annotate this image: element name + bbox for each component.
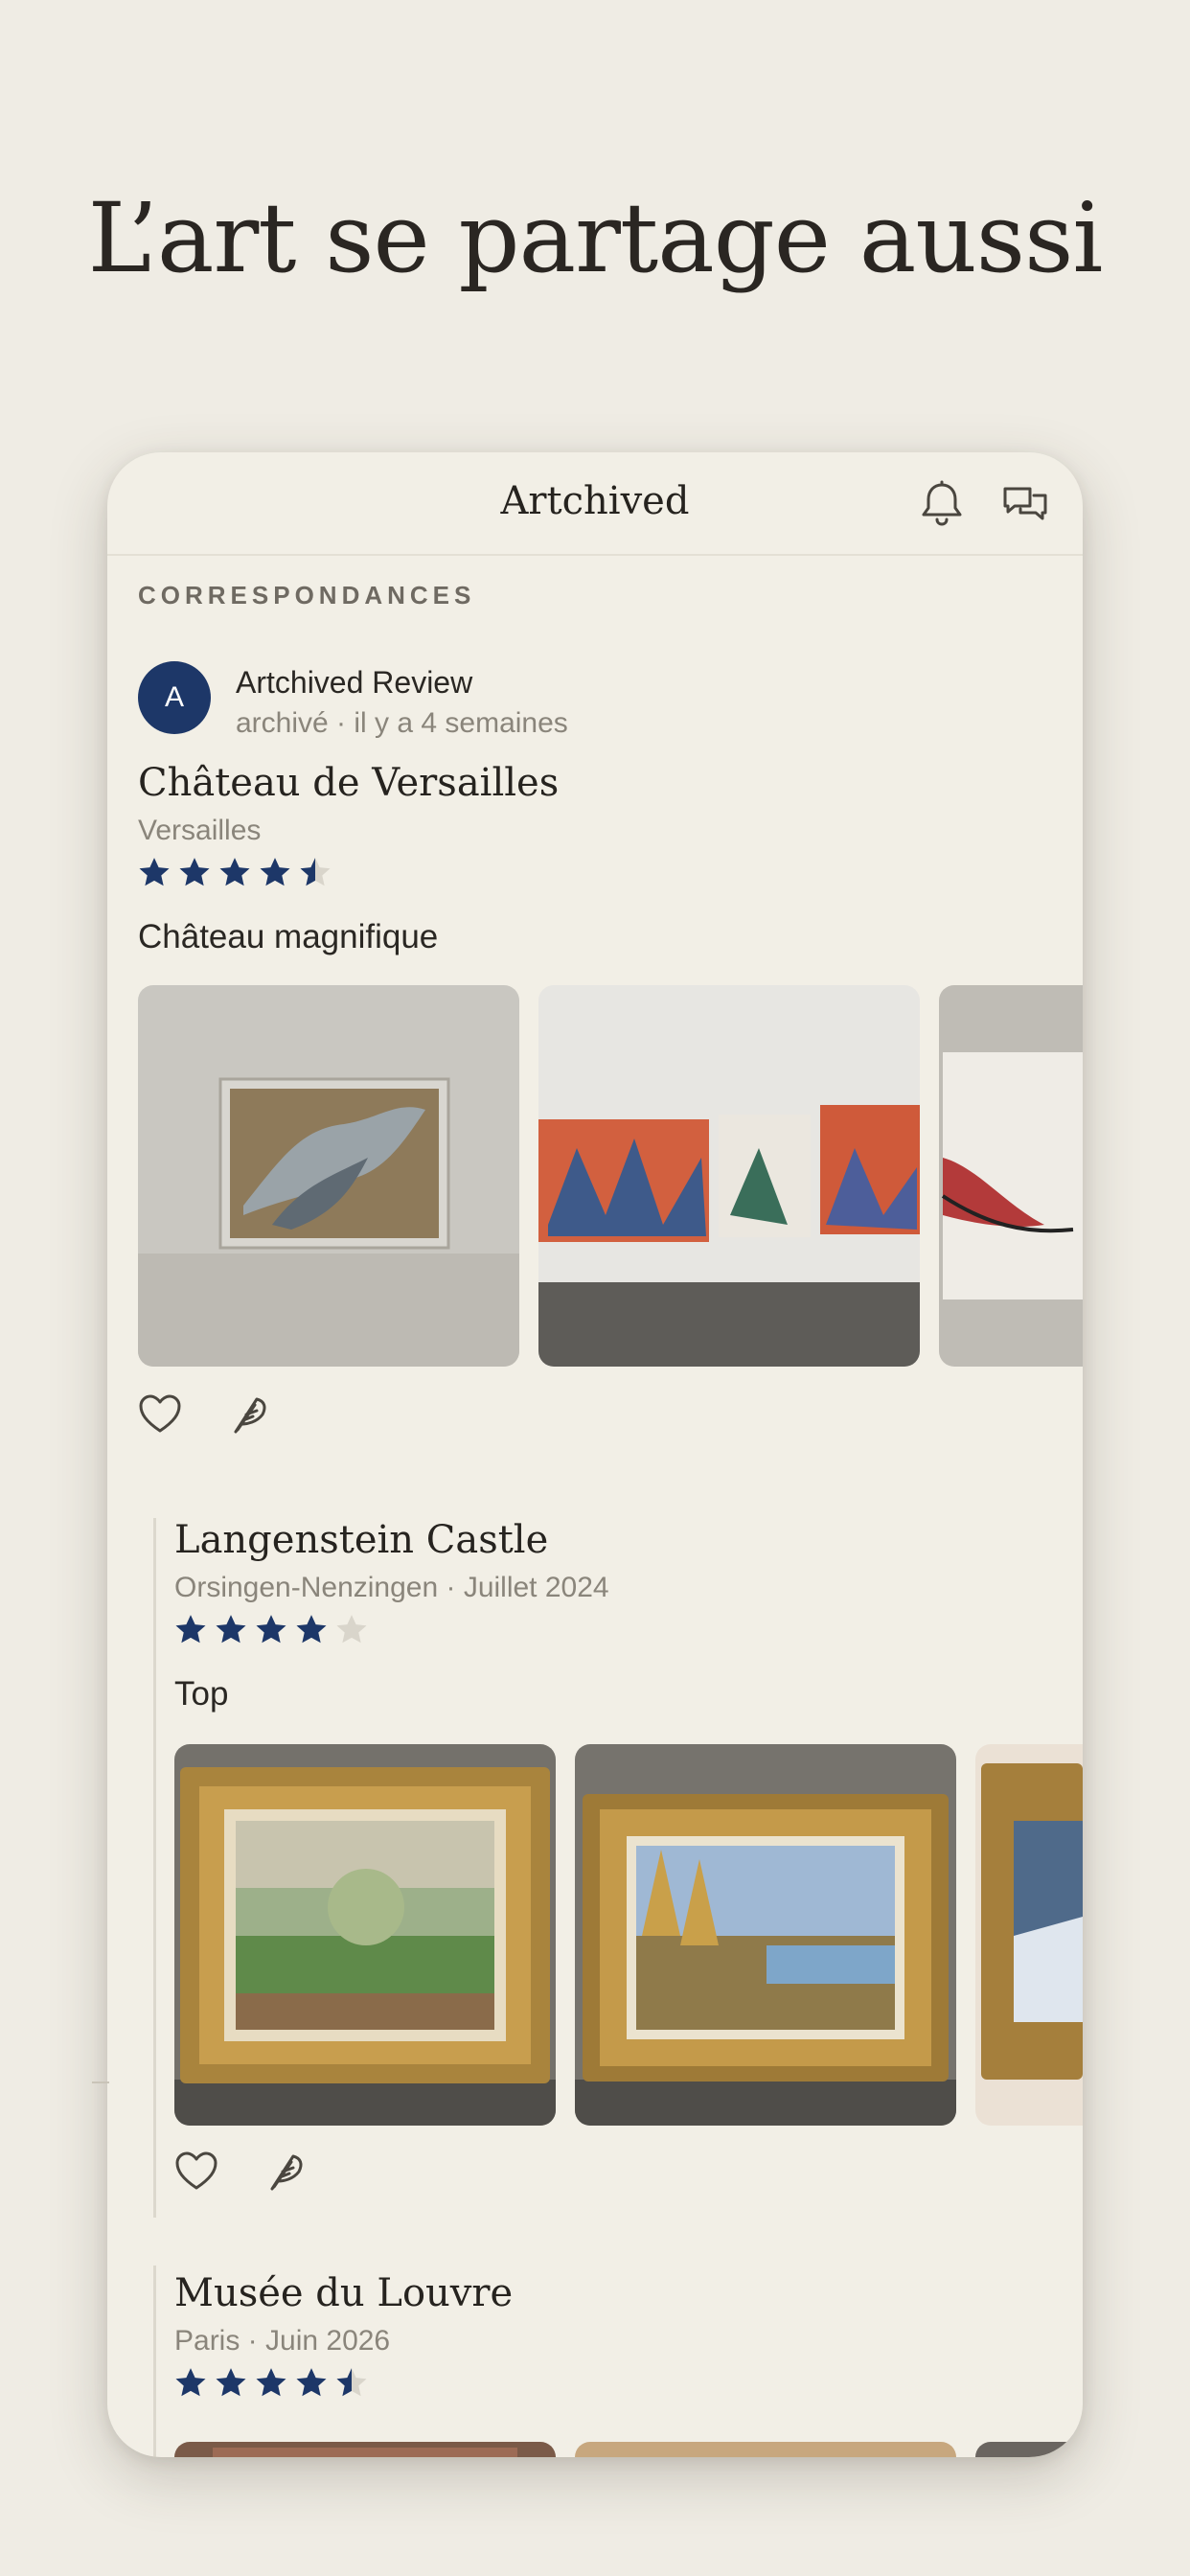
photo-carousel[interactable]: [138, 985, 1083, 1367]
quill-icon[interactable]: [264, 2150, 307, 2193]
artwork-photo[interactable]: [174, 2442, 556, 2457]
star-full-icon: [256, 2368, 286, 2397]
photo-carousel[interactable]: [174, 1744, 1083, 2126]
post-actions: [138, 1393, 270, 1436]
star-full-icon: [175, 1615, 206, 1644]
quill-icon[interactable]: [228, 1393, 270, 1436]
star-half-icon: [300, 858, 331, 886]
star-full-icon: [216, 1615, 246, 1644]
artwork-photo[interactable]: [975, 1744, 1083, 2126]
star-rating: [136, 855, 333, 893]
artwork-photo[interactable]: [538, 985, 920, 1367]
chat-bubbles-icon[interactable]: [998, 477, 1052, 531]
star-full-icon: [256, 1615, 286, 1644]
star-full-icon: [175, 2368, 206, 2397]
bell-icon[interactable]: [915, 477, 969, 531]
place-title[interactable]: Château de Versailles: [138, 761, 559, 805]
artwork-photo[interactable]: [975, 2442, 1083, 2457]
star-full-icon: [139, 858, 170, 886]
phone-screen: Artchived CORRESPONDANCES A Artchived Re…: [107, 452, 1083, 2457]
star-empty-icon: [336, 1615, 367, 1644]
hero-headline: L’art se partage aussi: [87, 182, 1104, 294]
star-full-icon: [179, 858, 210, 886]
star-rating: [172, 1612, 370, 1650]
artwork-photo[interactable]: [575, 2442, 956, 2457]
artwork-photo[interactable]: [939, 985, 1083, 1367]
post-actions: [174, 2150, 307, 2193]
avatar[interactable]: A: [138, 661, 211, 734]
section-label: CORRESPONDANCES: [138, 581, 476, 610]
artwork-photo[interactable]: [174, 1744, 556, 2126]
review-text: Top: [174, 1675, 229, 1713]
place-title[interactable]: Langenstein Castle: [174, 1518, 548, 1562]
star-full-icon: [219, 858, 250, 886]
review-text: Château magnifique: [138, 918, 439, 955]
post-meta: archivé · il y a 4 semaines: [236, 707, 568, 739]
author-name[interactable]: Artchived Review: [236, 665, 472, 701]
artwork-photo[interactable]: [138, 985, 519, 1367]
artwork-photo[interactable]: [575, 1744, 956, 2126]
app-header: Artchived: [107, 452, 1083, 556]
star-full-icon: [216, 2368, 246, 2397]
star-rating: [172, 2365, 370, 2404]
place-location: Versailles: [138, 815, 262, 846]
photo-carousel[interactable]: [174, 2442, 1083, 2457]
thread-line: [153, 1518, 156, 2218]
divider: [92, 2082, 109, 2083]
star-full-icon: [260, 858, 290, 886]
place-location: Paris · Juin 2026: [174, 2325, 391, 2357]
heart-icon[interactable]: [138, 1394, 182, 1435]
star-full-icon: [296, 1615, 327, 1644]
place-title[interactable]: Musée du Louvre: [174, 2271, 513, 2315]
star-full-icon: [296, 2368, 327, 2397]
star-half-icon: [336, 2368, 367, 2397]
thread-line: [153, 2266, 156, 2457]
heart-icon[interactable]: [174, 2151, 218, 2192]
place-location: Orsingen-Nenzingen · Juillet 2024: [174, 1572, 609, 1603]
